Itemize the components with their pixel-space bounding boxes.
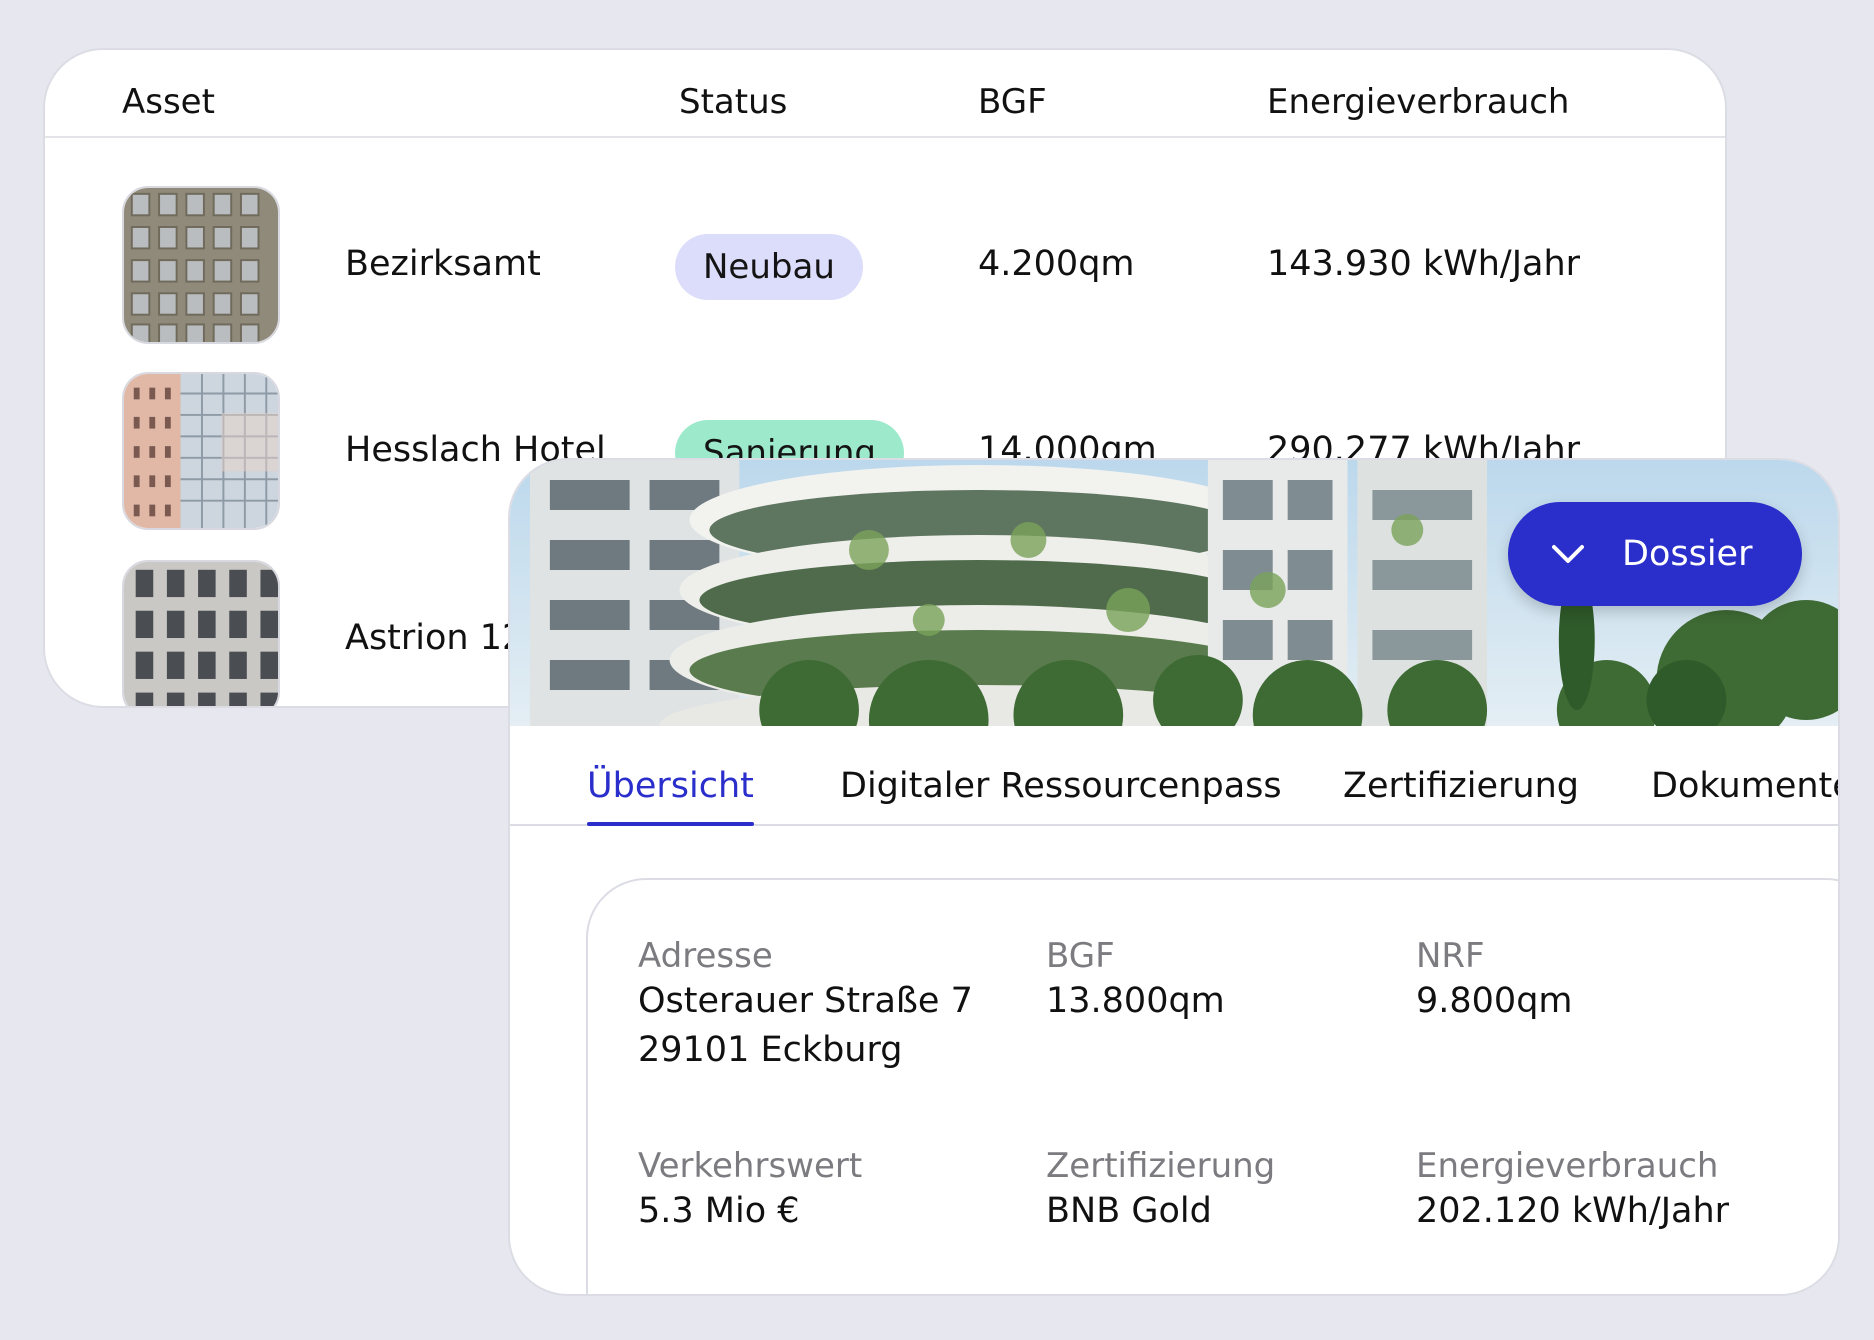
bgf-value: 4.200qm — [978, 244, 1135, 284]
zertifizierung-label: Zertifizierung — [1046, 1146, 1276, 1186]
tab-digitaler-ressourcenpass[interactable]: Digitaler Ressourcenpass — [840, 766, 1282, 806]
table-header: Asset Status BGF Energieverbrauch — [45, 50, 1725, 138]
address-line2: 29101 Eckburg — [638, 1030, 903, 1070]
column-header-status[interactable]: Status — [679, 82, 787, 122]
zertifizierung-field: Zertifizierung BNB Gold — [1046, 1146, 1275, 1235]
nrf-field: NRF 9.800qm — [1416, 936, 1573, 1025]
nrf-value: 9.800qm — [1416, 981, 1573, 1021]
dossier-label: Dossier — [1622, 534, 1753, 574]
tab-uebersicht[interactable]: Übersicht — [587, 766, 754, 826]
verkehrswert-label: Verkehrswert — [638, 1146, 863, 1186]
bgf-field: BGF 13.800qm — [1046, 936, 1225, 1025]
energy-field: Energieverbrauch 202.120 kWh/Jahr — [1416, 1146, 1729, 1235]
status-badge: Neubau — [675, 234, 863, 300]
energy-label: Energieverbrauch — [1416, 1146, 1719, 1186]
asset-thumbnail — [122, 372, 280, 530]
address-field: Adresse Osterauer Straße 7 29101 Eckburg — [638, 936, 973, 1074]
bgf-value: 13.800qm — [1046, 981, 1225, 1021]
asset-name[interactable]: Bezirksamt — [345, 244, 541, 284]
hero-image: Dossier — [510, 460, 1838, 726]
asset-thumbnail — [122, 560, 280, 706]
column-header-bgf[interactable]: BGF — [978, 82, 1047, 122]
column-header-asset[interactable]: Asset — [122, 82, 215, 122]
address-line1: Osterauer Straße 7 — [638, 981, 973, 1021]
verkehrswert-field: Verkehrswert 5.3 Mio € — [638, 1146, 862, 1235]
table-row[interactable]: Bezirksamt Neubau 4.200qm 143.930 kWh/Ja… — [45, 186, 1725, 346]
bgf-label: BGF — [1046, 936, 1115, 976]
asset-detail-panel: Dossier Übersicht Digitaler Ressourcenpa… — [508, 458, 1840, 1296]
column-header-energy[interactable]: Energieverbrauch — [1267, 82, 1569, 122]
nrf-label: NRF — [1416, 936, 1485, 976]
address-label: Adresse — [638, 936, 773, 976]
dossier-button[interactable]: Dossier — [1508, 502, 1802, 606]
verkehrswert-value: 5.3 Mio € — [638, 1191, 800, 1231]
energy-value: 202.120 kWh/Jahr — [1416, 1191, 1730, 1231]
tab-zertifizierung[interactable]: Zertifizierung — [1343, 766, 1579, 806]
energy-value: 143.930 kWh/Jahr — [1267, 244, 1581, 284]
tab-dokumente[interactable]: Dokumente — [1651, 766, 1838, 806]
chevron-down-icon — [1552, 545, 1584, 563]
asset-thumbnail — [122, 186, 280, 344]
tab-bar: Übersicht Digitaler Ressourcenpass Zerti… — [510, 726, 1838, 826]
zertifizierung-value: BNB Gold — [1046, 1191, 1212, 1231]
overview-panel: Adresse Osterauer Straße 7 29101 Eckburg… — [586, 878, 1838, 1294]
